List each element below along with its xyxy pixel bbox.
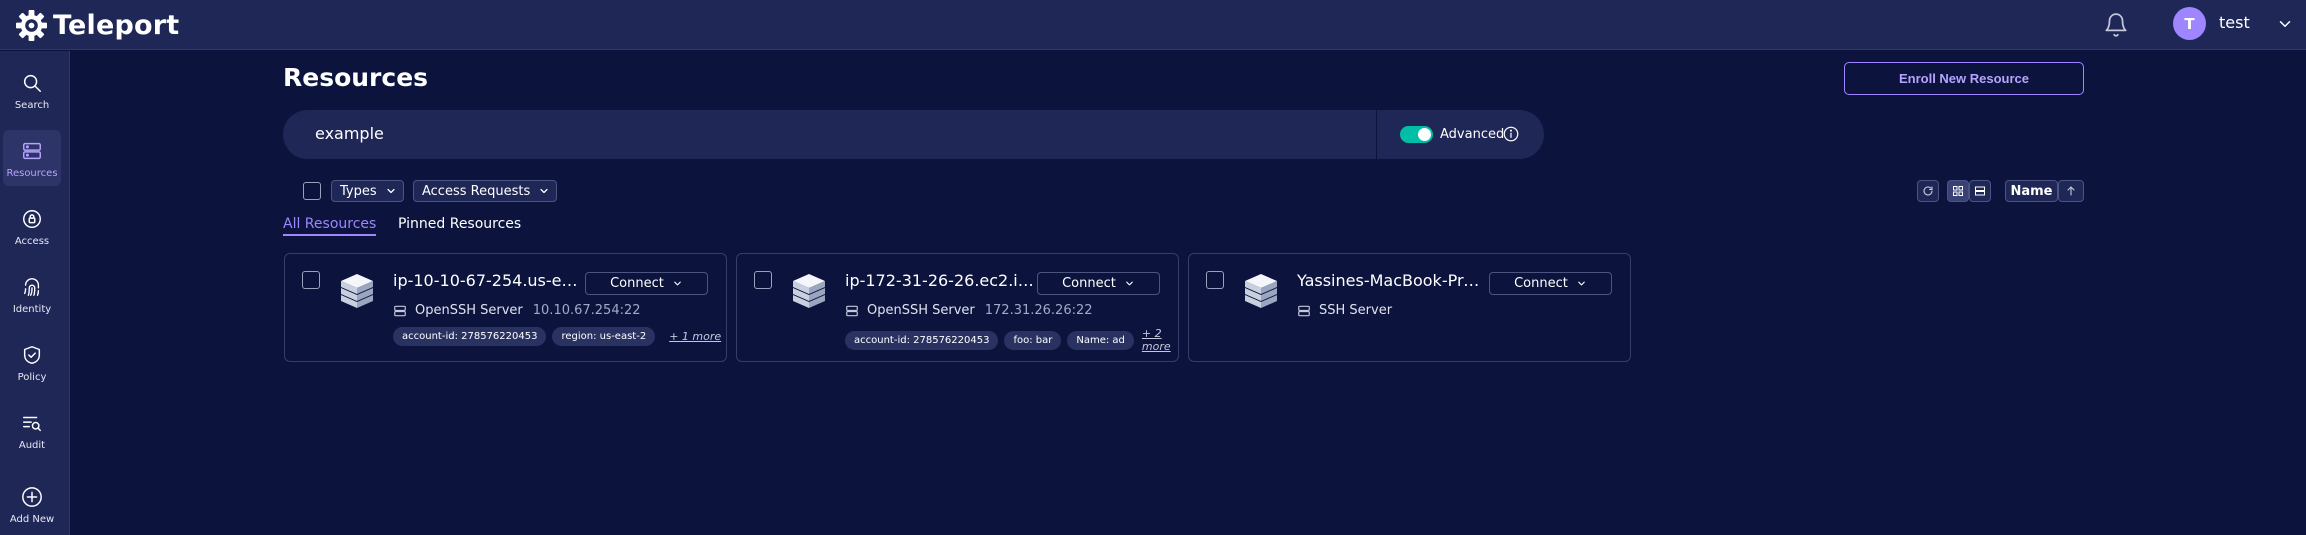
resource-meta: OpenSSH Server 172.31.26.26:22 <box>845 303 1093 318</box>
search-input[interactable]: example <box>315 124 384 143</box>
server-stack-icon <box>341 274 373 308</box>
sidebar-item-label: Search <box>14 100 50 111</box>
sidebar-item-search[interactable]: Search <box>3 62 61 118</box>
sidebar-item-label: Access <box>14 236 50 247</box>
grid-view-icon <box>1953 186 1963 196</box>
bell-icon[interactable] <box>2103 12 2129 38</box>
advanced-label: Advanced <box>1440 127 1505 142</box>
connect-label: Connect <box>1062 276 1116 291</box>
info-icon[interactable] <box>1502 125 1520 143</box>
search-divider <box>1376 110 1377 159</box>
chevron-down-icon[interactable] <box>2276 15 2294 33</box>
access-requests-filter-label: Access Requests <box>422 183 531 199</box>
teleport-logo[interactable]: Teleport <box>16 8 179 42</box>
connect-label: Connect <box>610 276 664 291</box>
page-title: Resources <box>283 63 429 92</box>
select-all-checkbox[interactable] <box>303 182 321 200</box>
resource-card[interactable]: ip-172-31-26-26.ec2.internal Connect Ope… <box>736 253 1179 362</box>
audit-list-icon <box>23 416 41 432</box>
server-icon <box>1298 305 1310 316</box>
resource-checkbox[interactable] <box>302 271 320 289</box>
types-filter-label: Types <box>340 183 377 199</box>
avatar[interactable]: T <box>2173 7 2206 40</box>
resource-name: ip-172-31-26-26.ec2.internal <box>845 271 1035 290</box>
tab-all-resources[interactable]: All Resources <box>283 216 377 236</box>
connect-label: Connect <box>1514 276 1568 291</box>
server-stack-icon <box>793 274 825 308</box>
resource-type: OpenSSH Server <box>867 303 975 318</box>
lock-icon <box>23 210 41 228</box>
server-icon <box>23 142 41 160</box>
enroll-new-resource-button[interactable]: Enroll New Resource <box>1844 62 2084 95</box>
sidebar-item-label: Audit <box>18 440 46 451</box>
label-chip: account-id: 278576220453 <box>393 327 547 346</box>
resource-labels: account-id: 278576220453 foo: bar Name: … <box>845 327 1178 353</box>
label-chip: foo: bar <box>1004 330 1062 350</box>
sidebar-item-audit[interactable]: Audit <box>3 402 61 458</box>
chevron-down-icon <box>540 188 548 194</box>
more-labels-link[interactable]: + 1 more <box>669 330 721 343</box>
teleport-logo-icon <box>16 9 47 41</box>
grid-view-button[interactable] <box>1947 180 1969 202</box>
top-bar: Teleport T test <box>0 0 2306 50</box>
refresh-button[interactable] <box>1917 180 1939 202</box>
resource-labels: account-id: 278576220453 region: us-east… <box>393 327 721 346</box>
advanced-toggle[interactable] <box>1400 126 1433 143</box>
resource-address: 10.10.67.254:22 <box>532 303 641 318</box>
sidebar-item-add-new[interactable]: Add New <box>3 476 61 532</box>
resource-checkbox[interactable] <box>754 271 772 289</box>
sort-direction-button[interactable] <box>2058 180 2084 202</box>
chevron-down-icon <box>387 188 395 194</box>
sidebar-item-resources[interactable]: Resources <box>3 130 61 186</box>
fingerprint-icon <box>23 278 40 296</box>
app-name: Teleport <box>53 9 180 41</box>
sidebar-item-label: Identity <box>12 304 52 315</box>
arrow-up-icon <box>2067 186 2075 196</box>
plus-circle-icon <box>22 487 42 507</box>
chevron-down-icon <box>1578 281 1585 286</box>
resource-meta: OpenSSH Server 10.10.67.254:22 <box>393 303 641 318</box>
sort-field-label: Name <box>2010 183 2053 199</box>
list-view-button[interactable] <box>1969 180 1991 202</box>
resource-card[interactable]: Yassines-MacBook-Pro.local Connect SSH S… <box>1188 253 1631 362</box>
chevron-down-icon <box>674 281 681 286</box>
sidebar-item-label: Policy <box>17 372 47 383</box>
resource-type: OpenSSH Server <box>415 303 523 318</box>
types-filter-button[interactable]: Types <box>331 180 404 202</box>
sidebar-item-label: Add New <box>9 514 55 525</box>
label-chip: account-id: 278576220453 <box>845 330 999 350</box>
resource-type: SSH Server <box>1319 303 1393 318</box>
username[interactable]: test <box>2219 13 2250 32</box>
sidebar-item-access[interactable]: Access <box>3 198 61 254</box>
search-bar[interactable]: example Advanced <box>283 110 1544 159</box>
label-chip: Name: ad <box>1067 330 1134 350</box>
resource-address: 172.31.26.26:22 <box>984 303 1093 318</box>
search-icon <box>23 74 41 92</box>
list-view-icon <box>1975 186 1985 196</box>
resource-card[interactable]: ip-10-10-67-254.us-east-2.compute.intern… <box>284 253 727 362</box>
sidebar-item-label: Resources <box>6 168 58 179</box>
label-chip: region: us-east-2 <box>552 327 656 346</box>
sidebar-item-identity[interactable]: Identity <box>3 266 61 322</box>
resource-name: Yassines-MacBook-Pro.local <box>1297 271 1487 290</box>
resource-checkbox[interactable] <box>1206 271 1224 289</box>
server-stack-icon <box>1245 274 1277 308</box>
connect-button[interactable]: Connect <box>585 272 708 295</box>
shield-icon <box>23 346 41 364</box>
connect-button[interactable]: Connect <box>1489 272 1612 295</box>
tab-pinned-resources[interactable]: Pinned Resources <box>398 216 521 232</box>
access-requests-filter-button[interactable]: Access Requests <box>413 180 558 202</box>
sort-field-button[interactable]: Name <box>2005 180 2058 202</box>
refresh-icon <box>1923 186 1933 196</box>
connect-button[interactable]: Connect <box>1037 272 1160 295</box>
resource-meta: SSH Server <box>1297 303 1392 318</box>
chevron-down-icon <box>1126 281 1133 286</box>
sidebar: Search Resources Access Identity Policy … <box>0 51 70 535</box>
toggle-knob <box>1418 128 1431 141</box>
resource-name: ip-10-10-67-254.us-east-2.compute.intern… <box>393 271 583 290</box>
sidebar-item-policy[interactable]: Policy <box>3 334 61 390</box>
server-icon <box>394 305 406 316</box>
server-icon <box>846 305 858 316</box>
more-labels-link[interactable]: + 2 more <box>1142 327 1178 353</box>
